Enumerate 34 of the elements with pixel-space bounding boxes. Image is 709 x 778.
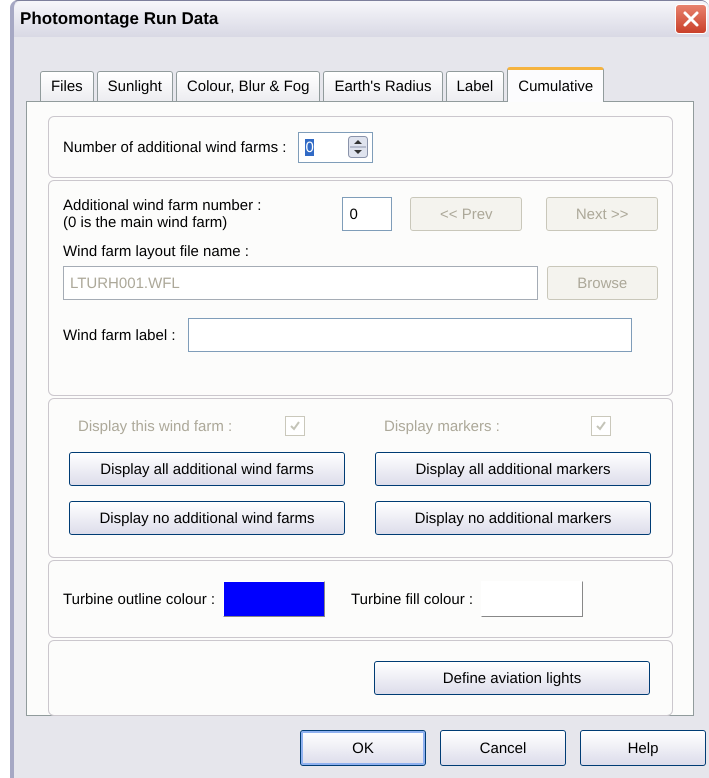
colour-swatch[interactable] bbox=[223, 581, 326, 617]
display-button[interactable]: Display no additional wind farms bbox=[69, 501, 345, 535]
dialog-button[interactable]: Cancel bbox=[440, 730, 566, 766]
field-label: Wind farm layout file name : bbox=[63, 243, 250, 260]
number-field[interactable]: 0 bbox=[342, 197, 392, 231]
display-button[interactable]: Display all additional wind farms bbox=[69, 452, 345, 486]
tab[interactable]: Colour, Blur & Fog bbox=[176, 71, 320, 101]
tab[interactable]: Earth's Radius bbox=[323, 71, 443, 101]
check-icon bbox=[594, 419, 608, 433]
checkbox-label: Display this wind farm : bbox=[78, 418, 232, 434]
field-label: Number of additional wind farms : bbox=[63, 138, 286, 156]
spin-field[interactable]: 0 bbox=[298, 132, 374, 162]
tab[interactable]: Cumulative bbox=[507, 67, 604, 102]
spin-arrows-icon[interactable] bbox=[348, 136, 368, 158]
colour-label: Turbine fill colour : bbox=[351, 590, 474, 608]
display-button[interactable]: Display all additional markers bbox=[375, 452, 651, 486]
colour-swatch[interactable] bbox=[481, 581, 584, 617]
check-icon bbox=[288, 419, 302, 433]
field-note: (0 is the main wind farm) bbox=[63, 214, 228, 231]
tab[interactable]: Sunlight bbox=[96, 71, 173, 101]
dialog-button[interactable]: OK bbox=[300, 730, 426, 766]
tab[interactable]: Files bbox=[40, 71, 94, 101]
dialog-button[interactable]: Help bbox=[580, 730, 706, 766]
checkbox-label: Display markers : bbox=[384, 418, 500, 434]
close-icon bbox=[682, 10, 700, 28]
tab[interactable]: Label bbox=[446, 71, 504, 101]
field-label: Additional wind farm number : bbox=[63, 197, 262, 214]
aviation-lights-button[interactable]: Define aviation lights bbox=[374, 661, 650, 695]
field-label: Wind farm label : bbox=[63, 326, 176, 344]
window-title: Photomontage Run Data bbox=[20, 9, 218, 29]
close-button[interactable] bbox=[675, 4, 707, 34]
display-button[interactable]: Display no additional markers bbox=[375, 501, 651, 535]
colour-label: Turbine outline colour : bbox=[63, 590, 216, 608]
label-field[interactable] bbox=[188, 318, 632, 352]
